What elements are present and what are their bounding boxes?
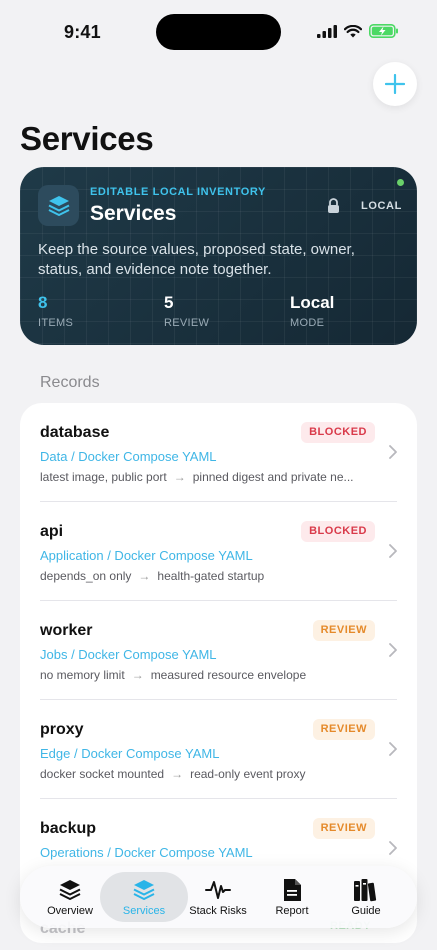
stat-review: 5 REVIEW xyxy=(164,293,209,329)
record-change: no memory limit → measured resource envelo… xyxy=(40,668,380,682)
change-to: pinned digest and private ne... xyxy=(192,470,354,484)
record-name: proxy xyxy=(40,721,84,738)
arrow-right-icon: → xyxy=(173,470,186,484)
page-title: Services xyxy=(20,120,154,157)
status-icons xyxy=(317,24,399,38)
arrow-right-icon: → xyxy=(138,569,151,583)
change-to: read-only event proxy xyxy=(190,767,306,781)
stat-items: 8 ITEMS xyxy=(38,293,73,329)
record-change: depends_on only → health-gated startup xyxy=(40,569,380,583)
chevron-right-icon xyxy=(389,742,397,756)
status-badge: REVIEW xyxy=(312,719,375,740)
battery-charging-icon xyxy=(369,24,398,38)
record-category: Jobs / Docker Compose YAML xyxy=(40,647,217,662)
change-from: docker socket mounted xyxy=(40,767,165,781)
record-category: Data / Docker Compose YAML xyxy=(40,449,217,464)
record-name: backup xyxy=(40,820,97,837)
change-from: depends_on only xyxy=(40,569,132,583)
record-name: worker xyxy=(40,622,93,639)
plus-icon xyxy=(385,74,405,94)
records-list: database BLOCKED Data / Docker Compose Y… xyxy=(20,403,417,943)
change-to: measured resource envelope xyxy=(150,668,307,682)
wifi-icon xyxy=(344,24,362,37)
status-badge: BLOCKED xyxy=(301,521,375,542)
tab-label: Stack Risks xyxy=(189,905,247,917)
lock-icon xyxy=(328,198,339,213)
status-badge: REVIEW xyxy=(312,620,375,641)
layers-icon xyxy=(59,880,81,900)
dynamic-island xyxy=(156,14,281,50)
layers-icon xyxy=(48,195,69,216)
cellular-signal-icon xyxy=(317,24,337,38)
arrow-right-icon: → xyxy=(171,767,184,781)
hero-title: Services xyxy=(90,202,177,225)
hero-icon-tile xyxy=(38,185,79,226)
chevron-right-icon xyxy=(389,643,397,657)
hero-description: Keep the source values, proposed state, … xyxy=(38,241,355,278)
document-icon xyxy=(284,879,301,901)
hero-eyebrow: EDITABLE LOCAL INVENTORY xyxy=(90,186,266,198)
chevron-right-icon xyxy=(389,445,397,459)
stat-value: Local xyxy=(290,293,335,312)
mode-badge: LOCAL xyxy=(361,200,402,212)
record-category: Application / Docker Compose YAML xyxy=(40,548,253,563)
books-icon xyxy=(354,879,377,902)
status-badge: BLOCKED xyxy=(301,422,375,443)
record-category: Operations / Docker Compose YAML xyxy=(40,845,253,860)
status-dot xyxy=(397,179,404,186)
chevron-right-icon xyxy=(389,544,397,558)
inventory-summary-card: EDITABLE LOCAL INVENTORY Services LOCAL … xyxy=(20,167,417,345)
arrow-right-icon: → xyxy=(131,668,144,682)
tab-label: Report xyxy=(275,905,309,917)
tab-guide[interactable]: Guide xyxy=(322,872,410,922)
record-change: docker socket mounted → read-only event pr… xyxy=(40,767,380,781)
record-name: api xyxy=(40,523,64,540)
tab-bar: Overview Services Stack Risks Report Gui… xyxy=(20,866,417,928)
record-row-worker[interactable]: worker REVIEW Jobs / Docker Compose YAML… xyxy=(20,601,417,700)
stat-label: REVIEW xyxy=(164,317,210,329)
add-service-button[interactable] xyxy=(373,62,417,106)
stat-mode: Local MODE xyxy=(290,293,334,329)
stat-value: 8 xyxy=(38,293,48,312)
record-row-database[interactable]: database BLOCKED Data / Docker Compose Y… xyxy=(20,403,417,502)
record-row-proxy[interactable]: proxy REVIEW Edge / Docker Compose YAML … xyxy=(20,700,417,799)
record-change: latest image, public port → pinned digest … xyxy=(40,470,380,484)
stat-label: ITEMS xyxy=(38,317,74,329)
tab-label: Overview xyxy=(47,905,93,917)
change-from: latest image, public port xyxy=(40,470,167,484)
status-time: 9:41 xyxy=(64,22,101,42)
stat-value: 5 xyxy=(164,293,174,312)
tab-label: Services xyxy=(122,905,166,917)
record-category: Edge / Docker Compose YAML xyxy=(40,746,220,761)
status-badge: REVIEW xyxy=(312,818,375,839)
record-name: database xyxy=(40,424,110,441)
section-label-records: Records xyxy=(40,374,100,391)
stat-label: MODE xyxy=(290,317,325,329)
status-bar: 9:41 xyxy=(0,0,437,60)
waveform-icon xyxy=(205,881,231,899)
chevron-right-icon xyxy=(389,841,397,855)
layers-filled-icon xyxy=(133,880,155,900)
record-row-api[interactable]: api BLOCKED Application / Docker Compose… xyxy=(20,502,417,601)
change-from: no memory limit xyxy=(40,668,125,682)
change-to: health-gated startup xyxy=(157,569,265,583)
tab-label: Guide xyxy=(351,905,381,917)
